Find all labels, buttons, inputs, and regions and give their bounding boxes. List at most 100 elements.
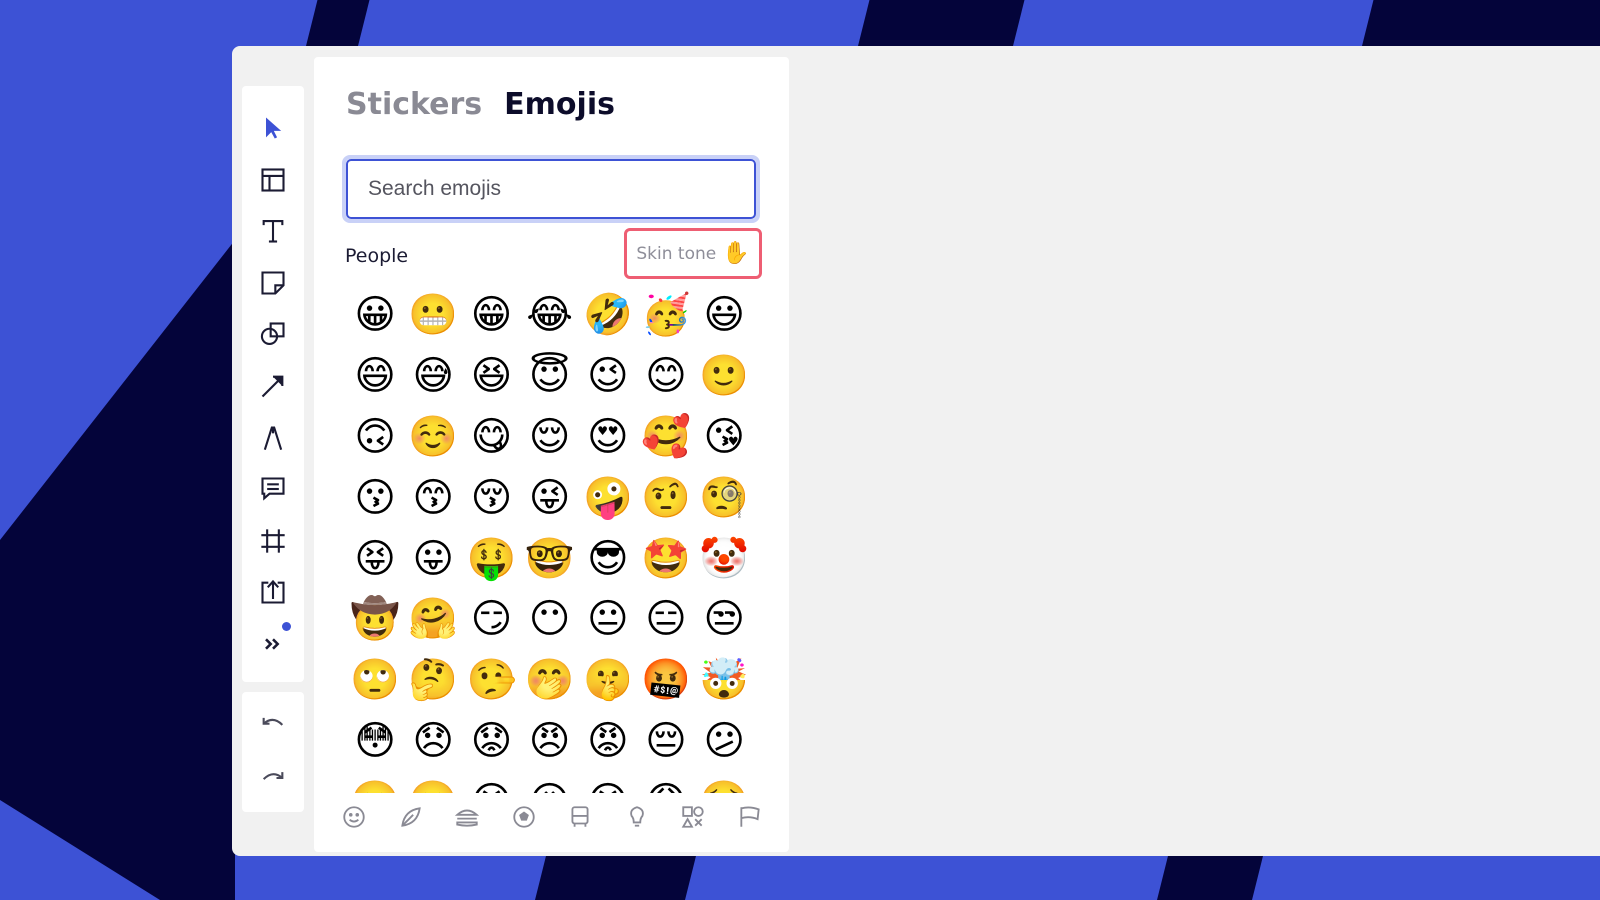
emoji-button[interactable]: 🤭	[521, 650, 579, 711]
emoji-button[interactable]: 😌	[521, 407, 579, 468]
select-arrow-icon	[266, 117, 282, 139]
emoji-button[interactable]: 😏	[462, 589, 520, 650]
emoji-button[interactable]: 😑	[637, 589, 695, 650]
raised-hand-icon: ✋	[722, 241, 750, 266]
frame-icon	[261, 529, 285, 553]
emoji-button[interactable]: 🤪	[579, 467, 637, 528]
emoji-button[interactable]: 😔	[637, 711, 695, 772]
emoji-button[interactable]: 😞	[404, 711, 462, 772]
search-emojis-input[interactable]	[346, 159, 756, 219]
tab-stickers[interactable]: Stickers	[346, 87, 482, 122]
emoji-button[interactable]: 🤯	[695, 650, 753, 711]
emoji-button[interactable]: 😚	[462, 467, 520, 528]
emoji-button[interactable]: 😫	[579, 771, 637, 793]
arrow-line-icon	[261, 375, 284, 398]
emoji-button[interactable]: 🙃	[346, 407, 404, 468]
sticky-note-tool-button[interactable]	[253, 263, 293, 303]
emoji-button[interactable]: 😆	[462, 346, 520, 407]
category-objects-button[interactable]	[619, 799, 655, 835]
emoji-button[interactable]: 🤩	[637, 528, 695, 589]
emoji-button[interactable]: 🙄	[346, 650, 404, 711]
emoji-button[interactable]: 🧐	[695, 467, 753, 528]
category-food-button[interactable]	[449, 799, 485, 835]
notification-dot	[282, 621, 291, 631]
emoji-button[interactable]: 🤗	[404, 589, 462, 650]
emoji-button[interactable]: 🥰	[637, 407, 695, 468]
emoji-button[interactable]: 😃	[695, 285, 753, 346]
emoji-button[interactable]: 😩	[637, 771, 695, 793]
emoji-button[interactable]: ☹️	[404, 771, 462, 793]
emoji-button[interactable]: 😛	[404, 528, 462, 589]
category-nature-button[interactable]	[393, 799, 429, 835]
emoji-button[interactable]: 😬	[404, 285, 462, 346]
emoji-button[interactable]: 😶	[521, 589, 579, 650]
emoji-button[interactable]: 😇	[521, 346, 579, 407]
emoji-button[interactable]: 😄	[346, 346, 404, 407]
redo-button[interactable]	[253, 760, 293, 796]
category-people-button[interactable]	[336, 799, 372, 835]
emoji-button[interactable]: 😉	[579, 346, 637, 407]
emoji-button[interactable]: 🙁	[346, 771, 404, 793]
emoji-button[interactable]: 😍	[579, 407, 637, 468]
frame-tool-button[interactable]	[253, 521, 293, 561]
emoji-button[interactable]: 😋	[462, 407, 520, 468]
emoji-button[interactable]: 🥳	[637, 285, 695, 346]
shapes-tool-button[interactable]	[253, 314, 293, 354]
category-flags-button[interactable]	[732, 799, 768, 835]
emoji-button[interactable]: 🥺	[695, 771, 753, 793]
layout-tool-button[interactable]	[253, 160, 293, 200]
ball-icon	[513, 806, 535, 828]
more-tools-button[interactable]	[253, 621, 293, 664]
emoji-button[interactable]: 😅	[404, 346, 462, 407]
emoji-button[interactable]: 😀	[346, 285, 404, 346]
emoji-button[interactable]: 🤑	[462, 528, 520, 589]
emoji-button[interactable]: 🤡	[695, 528, 753, 589]
emoji-button[interactable]: 😜	[521, 467, 579, 528]
arrow-tool-button[interactable]	[253, 366, 293, 406]
emoji-button[interactable]: 🤫	[579, 650, 637, 711]
background-stripe	[1154, 850, 1265, 900]
emoji-button[interactable]: 😒	[695, 589, 753, 650]
category-travel-button[interactable]	[562, 799, 598, 835]
emoji-button[interactable]: 😗	[346, 467, 404, 528]
emoji-button[interactable]: 😟	[462, 711, 520, 772]
layout-icon	[261, 168, 285, 192]
emoji-button[interactable]: 😣	[462, 771, 520, 793]
emoji-button[interactable]: 😂	[521, 285, 579, 346]
upload-tool-button[interactable]	[253, 572, 293, 612]
emoji-button[interactable]: 🤨	[637, 467, 695, 528]
upload-icon	[261, 580, 285, 604]
skin-tone-button[interactable]: Skin tone ✋	[624, 228, 762, 279]
emoji-button[interactable]: 😙	[404, 467, 462, 528]
emoji-button[interactable]: 😡	[579, 711, 637, 772]
emoji-button[interactable]: 😎	[579, 528, 637, 589]
category-symbols-button[interactable]	[675, 799, 711, 835]
emoji-button[interactable]: 🤬	[637, 650, 695, 711]
emoji-button[interactable]: 😘	[695, 407, 753, 468]
emoji-button[interactable]: 🤠	[346, 589, 404, 650]
emoji-button[interactable]: 🤥	[462, 650, 520, 711]
emoji-button[interactable]: 🤓	[521, 528, 579, 589]
emoji-button[interactable]: 🤣	[579, 285, 637, 346]
emoji-button[interactable]: 🤔	[404, 650, 462, 711]
emoji-button[interactable]: 😕	[695, 711, 753, 772]
emoji-grid: 😀 😬 😁 😂 🤣 🥳 😃 😄 😅 😆 😇 😉 😊 🙂 🙃 ☺️ 😋 😌 😍 🥰 😘 😗 😙 😚 😜 🤪 🤨 🧐 😝 😛 🤑 🤓 😎 🤩 🤡 🤠 🤗 😏 😶…	[346, 285, 758, 793]
emoji-button[interactable]: 😳	[346, 711, 404, 772]
emoji-button[interactable]: 😐	[579, 589, 637, 650]
background-stripe	[532, 850, 698, 900]
emoji-button[interactable]: 😝	[346, 528, 404, 589]
emoji-button[interactable]: 😠	[521, 711, 579, 772]
category-activity-button[interactable]	[506, 799, 542, 835]
emoji-button[interactable]: 😊	[637, 346, 695, 407]
emoji-button[interactable]: 🙂	[695, 346, 753, 407]
text-tool-button[interactable]	[253, 211, 293, 251]
pen-tool-button[interactable]	[253, 418, 293, 458]
comment-tool-button[interactable]	[253, 469, 293, 509]
emoji-button[interactable]: 😁	[462, 285, 520, 346]
emoji-button[interactable]: 😖	[521, 771, 579, 793]
text-icon	[262, 220, 284, 243]
select-tool-button[interactable]	[253, 108, 293, 148]
undo-button[interactable]	[253, 708, 293, 744]
emoji-button[interactable]: ☺️	[404, 407, 462, 468]
tab-emojis[interactable]: Emojis	[504, 87, 615, 122]
